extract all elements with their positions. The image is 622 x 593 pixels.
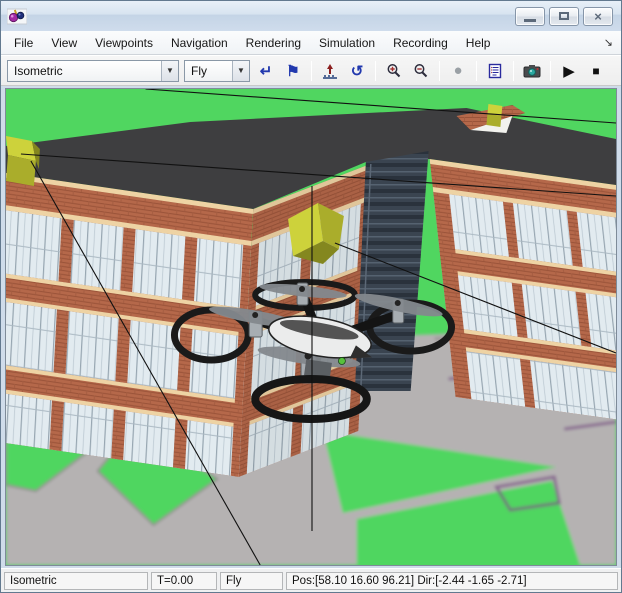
title-bar[interactable]: × bbox=[1, 1, 621, 31]
building-left-face bbox=[6, 173, 254, 477]
menu-navigation[interactable]: Navigation bbox=[162, 33, 237, 53]
status-viewpoint: Isometric bbox=[4, 571, 148, 590]
flag-icon: ⚑ bbox=[286, 62, 300, 80]
chevron-down-icon[interactable]: ▼ bbox=[161, 60, 178, 81]
maximize-icon bbox=[559, 12, 569, 20]
3d-scene bbox=[6, 89, 616, 565]
straighten-up-icon bbox=[323, 63, 337, 79]
minimize-button[interactable] bbox=[515, 6, 545, 26]
simulink-3d-animation-window: × File View Viewpoints Navigation Render… bbox=[0, 0, 622, 593]
stop-simulation-button[interactable]: ■ bbox=[585, 60, 607, 82]
window-controls: × bbox=[515, 6, 615, 26]
zoom-in-icon bbox=[387, 63, 401, 77]
minimize-icon bbox=[524, 18, 536, 22]
viewport-frame bbox=[1, 86, 621, 568]
menu-rendering[interactable]: Rendering bbox=[237, 33, 310, 53]
return-to-viewpoint-button[interactable]: ↵ bbox=[255, 60, 277, 82]
status-position-text: Pos:[58.10 16.60 96.21] Dir:[-2.44 -1.65… bbox=[292, 574, 527, 587]
record-icon: ● bbox=[453, 62, 463, 79]
3d-viewport[interactable] bbox=[5, 88, 617, 566]
toolbar-separator bbox=[476, 60, 477, 81]
notepad-icon bbox=[488, 63, 502, 78]
menu-file[interactable]: File bbox=[5, 33, 42, 53]
navigation-mode-dropdown-value: Fly bbox=[191, 63, 207, 78]
camera-icon bbox=[523, 64, 541, 77]
menu-simulation[interactable]: Simulation bbox=[310, 33, 384, 53]
toolbar: Isometric ▼ Fly ▼ ↵ ⚑ ↺ ● ▶ ■ bbox=[1, 55, 621, 86]
viewpoint-dropdown[interactable]: Isometric ▼ bbox=[7, 59, 179, 82]
status-viewpoint-text: Isometric bbox=[10, 574, 57, 587]
toolbar-separator bbox=[439, 60, 440, 81]
close-icon: × bbox=[594, 8, 602, 24]
status-nav-mode: Fly bbox=[220, 571, 283, 590]
menu-bar: File View Viewpoints Navigation Renderin… bbox=[1, 31, 621, 55]
status-nav-text: Fly bbox=[226, 574, 242, 587]
status-camera-position: Pos:[58.10 16.60 96.21] Dir:[-2.44 -1.65… bbox=[286, 571, 618, 590]
status-time-text: T=0.00 bbox=[157, 574, 194, 587]
toolbar-separator bbox=[513, 60, 514, 81]
dock-arrow-icon[interactable]: ↘ bbox=[604, 36, 617, 49]
toolbar-separator bbox=[550, 60, 551, 81]
capture-frame-button[interactable] bbox=[521, 60, 543, 82]
menu-recording[interactable]: Recording bbox=[384, 33, 457, 53]
chevron-down-icon[interactable]: ▼ bbox=[232, 60, 249, 81]
zoom-out-button[interactable] bbox=[410, 60, 432, 82]
status-bar: Isometric T=0.00 Fly Pos:[58.10 16.60 96… bbox=[1, 568, 621, 592]
straighten-up-button[interactable] bbox=[319, 60, 341, 82]
zoom-in-button[interactable] bbox=[383, 60, 405, 82]
stop-icon: ■ bbox=[592, 63, 600, 78]
waypoint-cube-roof bbox=[486, 104, 503, 127]
undo-icon: ↺ bbox=[350, 62, 364, 80]
record-button[interactable]: ● bbox=[447, 60, 469, 82]
start-simulation-button[interactable]: ▶ bbox=[558, 60, 580, 82]
toolbar-separator bbox=[311, 60, 312, 81]
menu-viewpoints[interactable]: Viewpoints bbox=[86, 33, 162, 53]
play-icon: ▶ bbox=[563, 62, 575, 80]
menu-view[interactable]: View bbox=[42, 33, 86, 53]
navigation-mode-dropdown[interactable]: Fly ▼ bbox=[184, 59, 250, 82]
vr-world-icon bbox=[7, 7, 27, 25]
undo-move-button[interactable]: ↺ bbox=[346, 60, 368, 82]
toolbar-separator bbox=[375, 60, 376, 81]
status-sim-time: T=0.00 bbox=[151, 571, 217, 590]
close-button[interactable]: × bbox=[583, 6, 613, 26]
zoom-out-icon bbox=[414, 63, 428, 77]
menu-help[interactable]: Help bbox=[457, 33, 500, 53]
drone-camera-lens bbox=[338, 357, 346, 365]
viewpoint-dropdown-value: Isometric bbox=[14, 63, 63, 78]
maximize-button[interactable] bbox=[549, 6, 579, 26]
recording-parameters-button[interactable] bbox=[484, 60, 506, 82]
return-arrow-icon: ↵ bbox=[259, 62, 273, 80]
create-viewpoint-button[interactable]: ⚑ bbox=[282, 60, 304, 82]
